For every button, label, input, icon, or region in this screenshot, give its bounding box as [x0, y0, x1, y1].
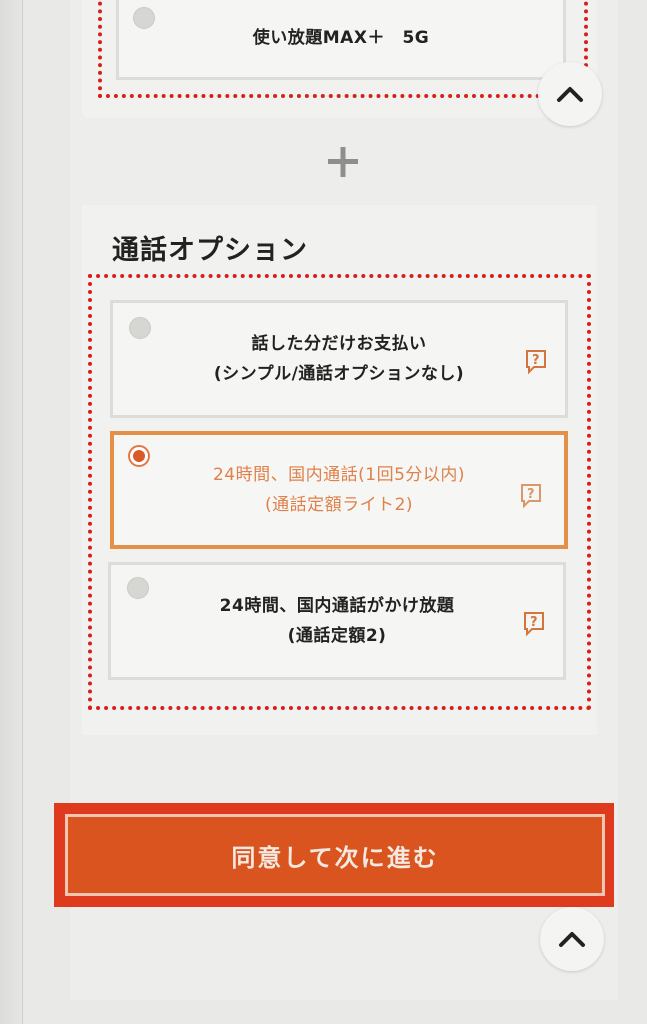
chevron-up-icon [557, 87, 583, 102]
agree-next-button[interactable]: 同意して次に進む [65, 814, 605, 896]
section-title: 通話オプション [112, 235, 308, 266]
chevron-up-icon [559, 932, 585, 947]
scroll-up-button-bottom[interactable] [540, 907, 604, 971]
plan-highlight-frame [98, 0, 588, 98]
scroll-up-button-top[interactable] [538, 62, 602, 126]
device-bezel [0, 0, 23, 1024]
plus-icon [328, 147, 358, 177]
call-option-highlight-frame [88, 274, 591, 710]
